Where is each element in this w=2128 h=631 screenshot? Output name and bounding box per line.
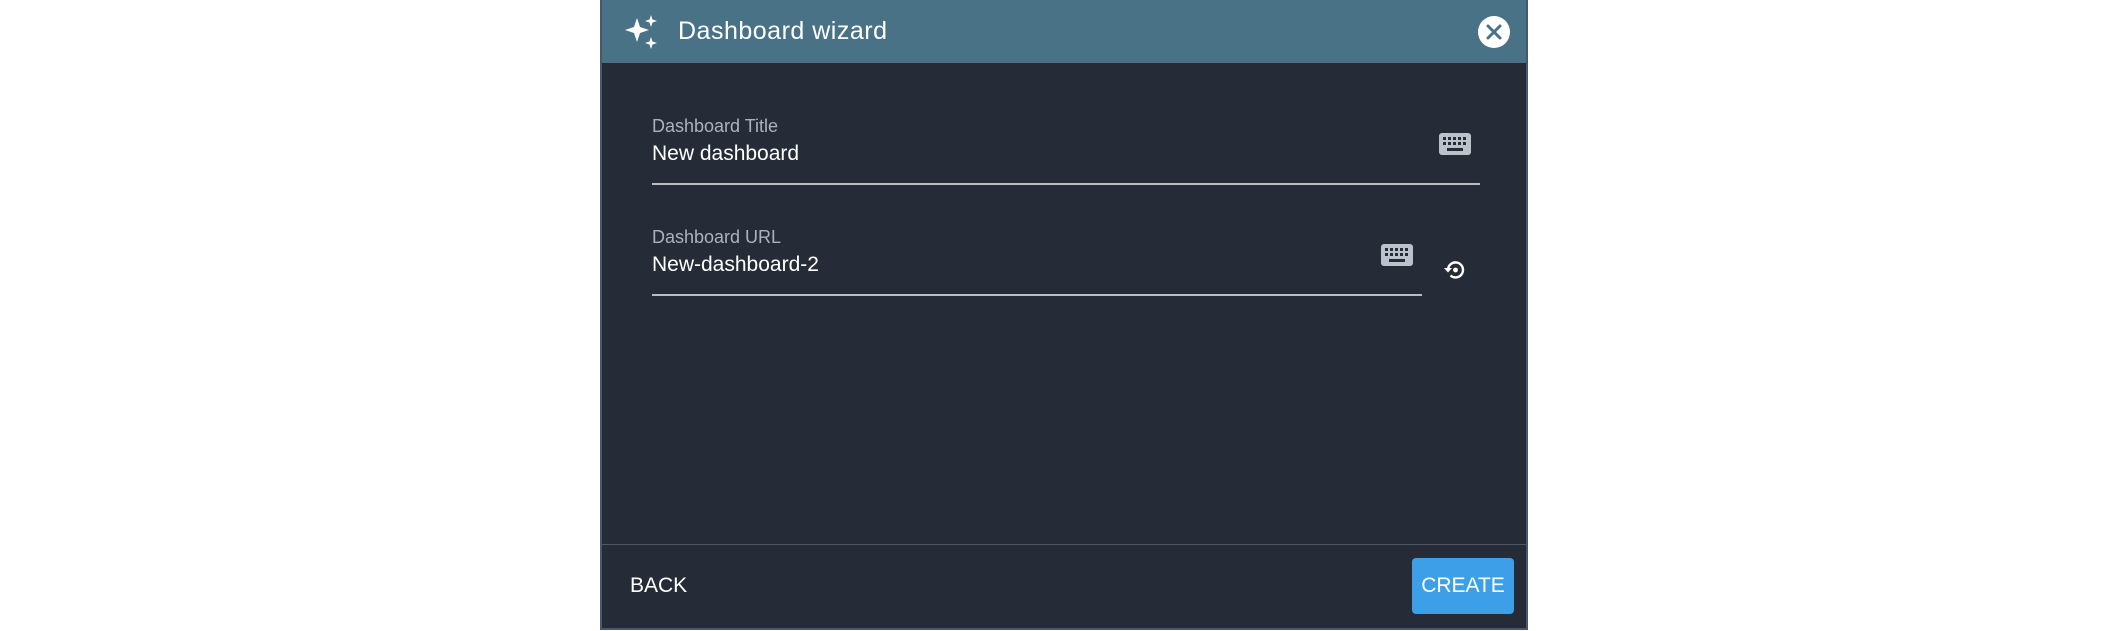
dashboard-wizard-dialog: Dashboard wizard Dashboard Title New das… [600, 0, 1528, 630]
close-icon [1486, 24, 1502, 40]
footer-divider [602, 544, 1526, 545]
sparkles-icon [622, 13, 660, 51]
dashboard-title-underline [652, 183, 1480, 185]
restore-icon [1444, 261, 1465, 279]
dashboard-url-field[interactable]: Dashboard URL New-dashboard-2 [652, 223, 1422, 299]
restore-url-button[interactable] [1440, 255, 1470, 285]
keyboard-icon[interactable] [1438, 132, 1472, 156]
close-button[interactable] [1478, 16, 1510, 48]
dashboard-url-underline [652, 294, 1422, 296]
dashboard-url-input[interactable]: New-dashboard-2 [652, 253, 819, 277]
dashboard-title-input[interactable]: New dashboard [652, 142, 799, 166]
keyboard-icon[interactable] [1380, 243, 1414, 267]
dashboard-title-label: Dashboard Title [652, 116, 779, 136]
dialog-title: Dashboard wizard [678, 17, 888, 45]
dialog-header: Dashboard wizard [602, 0, 1526, 63]
dashboard-title-field[interactable]: Dashboard Title New dashboard [652, 112, 1480, 188]
dashboard-url-label: Dashboard URL [652, 227, 782, 247]
create-button[interactable]: CREATE [1412, 558, 1514, 614]
back-button[interactable]: BACK [612, 558, 705, 614]
